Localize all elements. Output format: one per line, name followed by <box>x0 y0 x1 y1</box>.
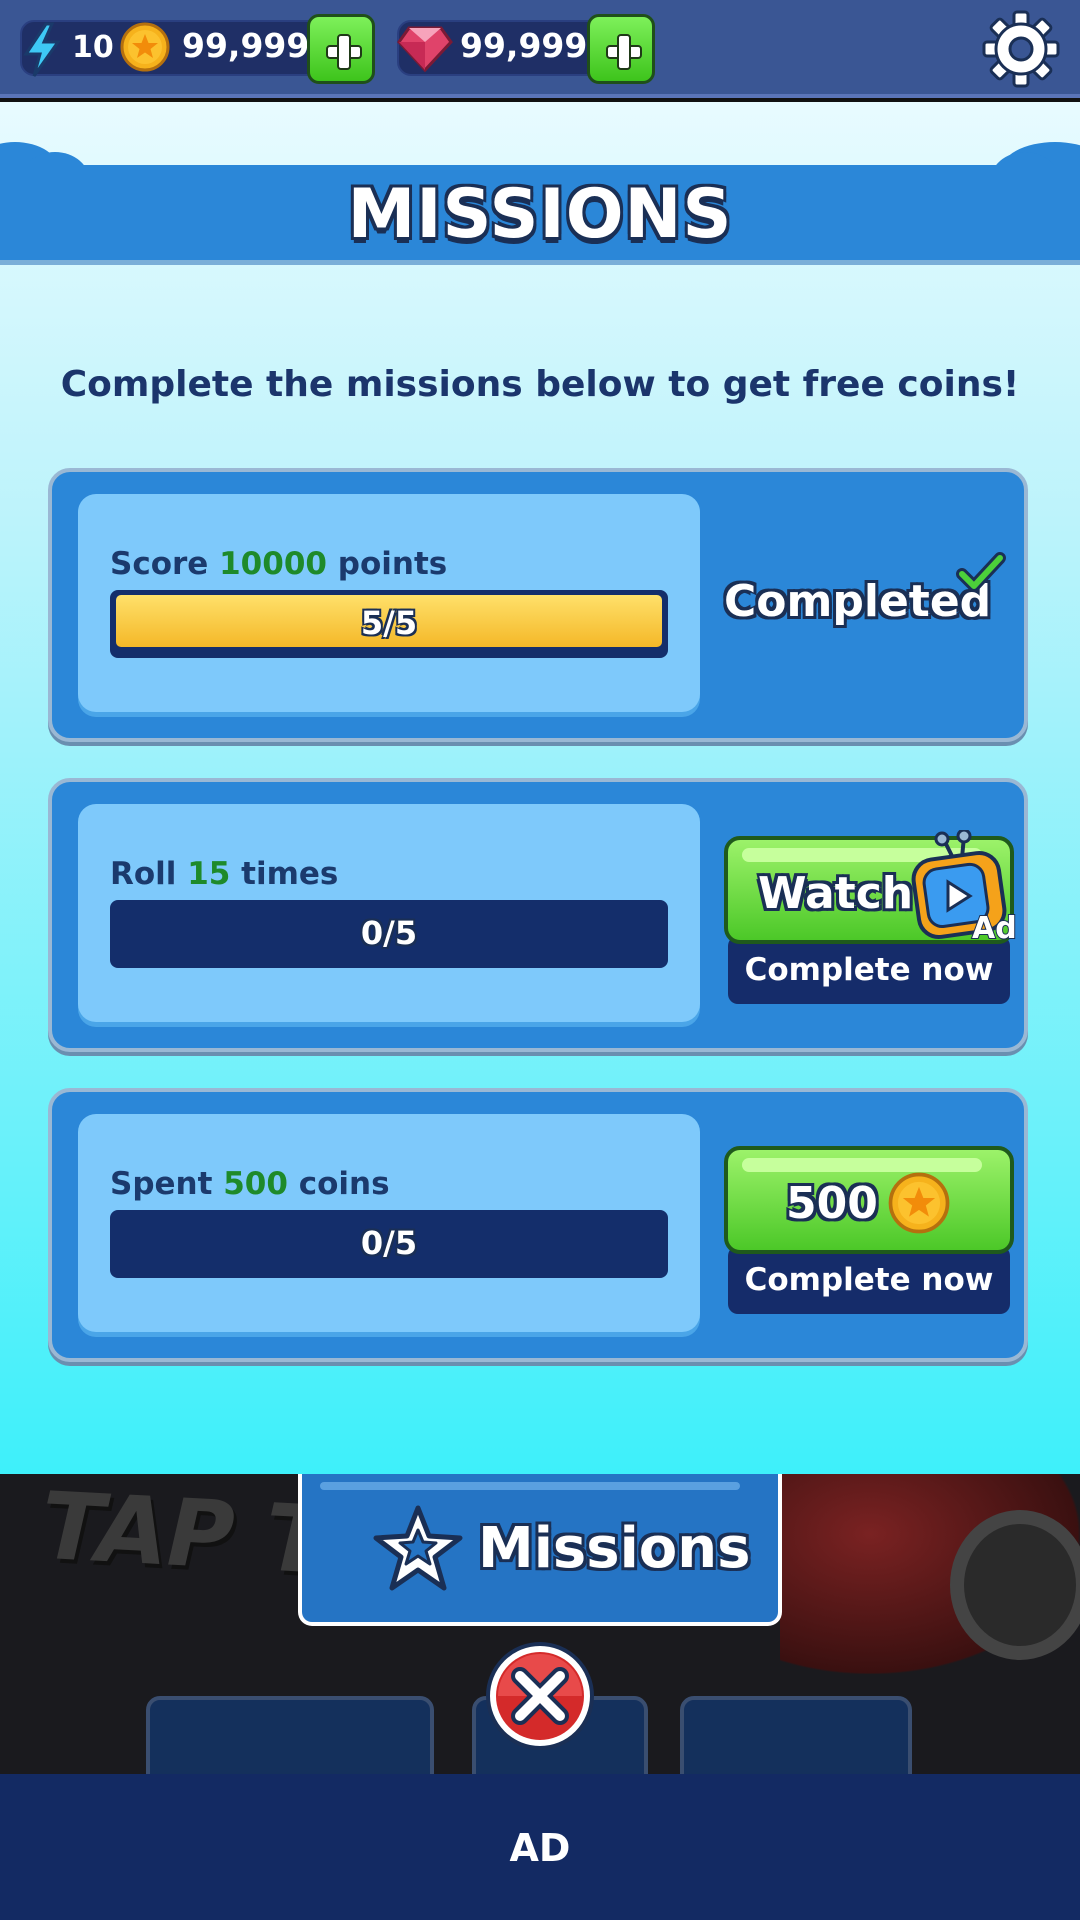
top-bar: 10 99,999 99,999 <box>0 0 1080 98</box>
ad-banner-label: AD <box>509 1826 571 1870</box>
gem-count: 99,999 <box>460 26 588 65</box>
missions-subtitle: Complete the missions below to get free … <box>60 364 1020 405</box>
progress-text: 5/5 <box>360 604 418 642</box>
mission-text: Score <box>110 546 220 582</box>
coin-icon <box>888 1172 950 1234</box>
progress-text: 0/5 <box>360 914 418 952</box>
missions-tab-button[interactable]: Missions <box>298 1474 782 1626</box>
mission-info: Score 10000 points 5/5 <box>78 494 700 712</box>
mission-description: Spent 500 coins <box>110 1166 390 1202</box>
mission-description: Score 10000 points <box>110 546 447 582</box>
mission-target: 15 <box>187 856 231 892</box>
mission-text-suffix: coins <box>287 1166 390 1202</box>
progress-bar: 0/5 <box>110 900 668 968</box>
mission-card-spend: Spent 500 coins 0/5 Complete now 500 <box>48 1088 1028 1362</box>
star-icon <box>373 1505 463 1591</box>
tap-to-play-text: TAP T <box>29 1472 340 1595</box>
mission-text-suffix: points <box>326 546 448 582</box>
completed-status: Completed <box>724 576 992 627</box>
buy-coins-button[interactable] <box>307 14 375 84</box>
buy-gems-button[interactable] <box>587 14 655 84</box>
complete-now-label: Complete now <box>728 1246 1010 1314</box>
lightning-icon <box>23 22 61 77</box>
coin-count: 99,999 <box>182 26 310 65</box>
complete-now-label: Complete now <box>728 936 1010 1004</box>
page-title: MISSIONS <box>347 175 733 254</box>
mission-text: Roll <box>110 856 188 892</box>
coin-complete-button[interactable]: 500 <box>724 1146 1014 1254</box>
watch-ad-button[interactable]: Watch Ad <box>724 830 1016 944</box>
missions-tab-label: Missions <box>478 1516 751 1581</box>
mission-target: 10000 <box>219 546 327 582</box>
car-wheel <box>950 1510 1080 1660</box>
coin-icon <box>120 22 170 72</box>
mission-card-roll: Roll 15 times 0/5 Complete now Watch Ad <box>48 778 1028 1052</box>
gem-icon <box>397 26 453 73</box>
check-icon <box>956 552 1006 592</box>
mission-text: Spent <box>110 1166 224 1202</box>
mission-info: Roll 15 times 0/5 <box>78 804 700 1022</box>
ad-tv-icon: Ad <box>911 830 1016 944</box>
progress-bar: 0/5 <box>110 1210 668 1278</box>
tab-shine <box>320 1482 740 1490</box>
gear-icon[interactable] <box>982 10 1060 88</box>
ad-banner[interactable]: AD <box>0 1774 1080 1920</box>
mission-text-suffix: times <box>230 856 339 892</box>
progress-bar: 5/5 <box>110 590 668 658</box>
close-icon[interactable] <box>484 1640 596 1752</box>
mission-card-score: Score 10000 points 5/5 Completed <box>48 468 1028 742</box>
watch-label: Watch <box>758 868 914 919</box>
ad-badge: Ad <box>972 911 1016 944</box>
mission-info: Spent 500 coins 0/5 <box>78 1114 700 1332</box>
button-shine <box>742 1158 982 1172</box>
mission-description: Roll 15 times <box>110 856 338 892</box>
coin-cost-label: 500 <box>786 1178 878 1229</box>
energy-count: 10 <box>72 30 114 65</box>
mission-target: 500 <box>223 1166 288 1202</box>
progress-text: 0/5 <box>360 1224 418 1262</box>
